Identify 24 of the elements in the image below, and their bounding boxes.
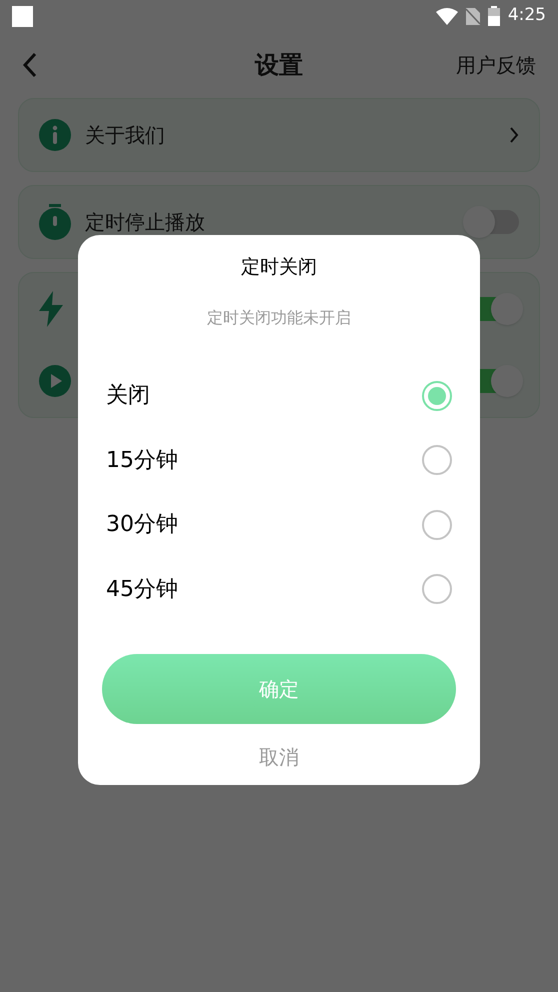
back-icon[interactable] xyxy=(22,52,38,78)
setting-label: 关于我们 xyxy=(85,122,165,149)
play-icon xyxy=(39,365,71,397)
timer-option[interactable]: 15分钟 xyxy=(78,428,480,492)
notification-icon xyxy=(12,6,33,26)
lightning-icon xyxy=(39,291,63,327)
no-sim-icon xyxy=(466,8,480,24)
dialog-subtitle: 定时关闭功能未开启 xyxy=(207,306,351,328)
timer-option[interactable]: 关闭 xyxy=(78,364,480,428)
setting-label: 定时停止播放 xyxy=(85,209,205,236)
dialog-title: 定时关闭 xyxy=(241,255,317,280)
stopwatch-icon xyxy=(39,204,71,240)
info-icon xyxy=(39,119,71,151)
wifi-icon xyxy=(436,8,458,24)
battery-icon xyxy=(488,6,500,26)
timer-option[interactable]: 30分钟 xyxy=(78,492,480,557)
chevron-right-icon[interactable] xyxy=(509,127,519,143)
radio-button[interactable] xyxy=(422,510,452,540)
radio-button[interactable] xyxy=(422,445,452,476)
clock-time: 4:25 xyxy=(508,4,546,28)
timer-option[interactable]: 45分钟 xyxy=(78,557,480,622)
radio-button[interactable] xyxy=(422,574,452,604)
page-title: 设置 xyxy=(255,50,303,81)
radio-button[interactable] xyxy=(422,380,452,411)
